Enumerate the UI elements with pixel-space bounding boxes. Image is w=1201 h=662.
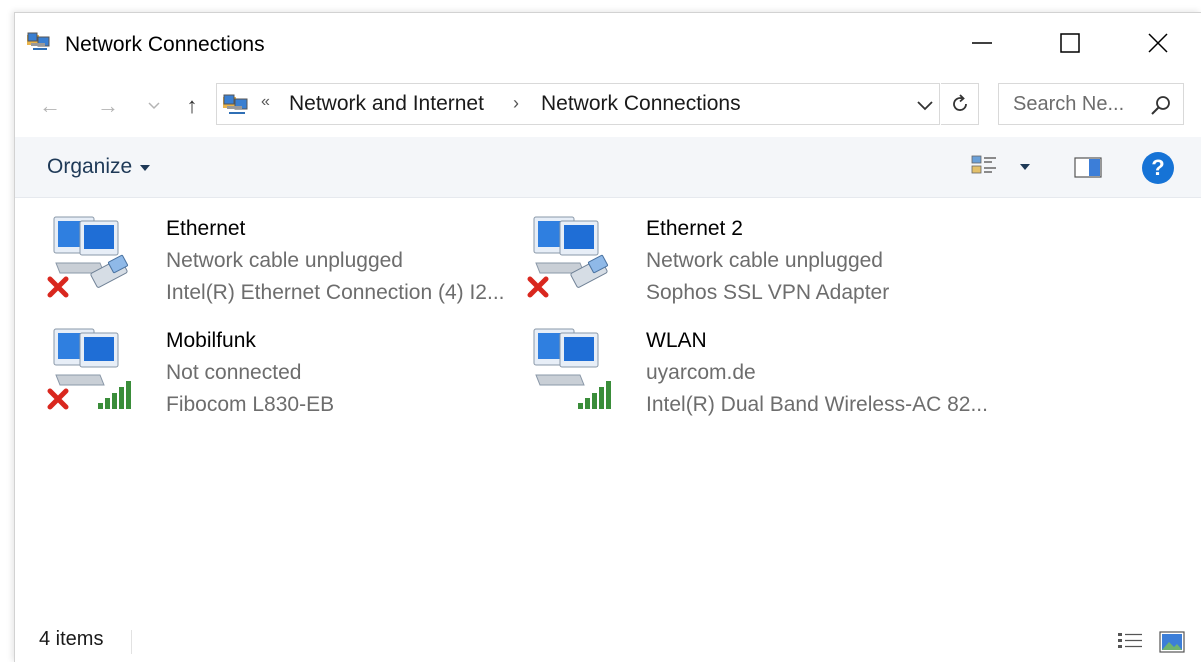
- window-title: Network Connections: [65, 33, 265, 56]
- chevron-down-icon[interactable]: [913, 96, 937, 114]
- ethernet-adapter-icon: [527, 216, 609, 298]
- recent-locations-button[interactable]: [145, 93, 163, 119]
- back-button[interactable]: ←: [35, 93, 65, 119]
- navigation-bar: ← → ↑ « Network and Internet › Network C…: [15, 73, 1201, 135]
- connection-name: Ethernet 2: [646, 217, 743, 240]
- wireless-adapter-icon: [533, 328, 611, 409]
- connection-name: WLAN: [646, 329, 707, 352]
- connection-name: Ethernet: [166, 217, 246, 240]
- breadcrumb-network-and-internet[interactable]: Network and Internet: [289, 92, 484, 116]
- connection-item-mobilfunk[interactable]: Mobilfunk Not connected Fibocom L830-EB: [46, 325, 516, 425]
- help-button[interactable]: ?: [1142, 152, 1174, 184]
- refresh-icon: [952, 94, 967, 111]
- status-divider: [131, 630, 132, 654]
- up-button[interactable]: ↑: [179, 93, 205, 119]
- breadcrumb-separator[interactable]: ›: [513, 93, 519, 114]
- address-bar[interactable]: « Network and Internet › Network Connect…: [216, 83, 940, 125]
- forward-button[interactable]: →: [93, 93, 123, 119]
- connection-status: Network cable unplugged: [646, 249, 883, 272]
- search-box[interactable]: [998, 83, 1184, 125]
- close-icon: [1148, 33, 1168, 53]
- connection-item-ethernet[interactable]: Ethernet Network cable unplugged Intel(R…: [46, 213, 516, 313]
- search-input[interactable]: [999, 84, 1149, 124]
- connection-name: Mobilfunk: [166, 329, 256, 352]
- search-icon[interactable]: [1149, 93, 1173, 117]
- connection-device: Intel(R) Ethernet Connection (4) I2...: [166, 281, 505, 304]
- breadcrumb-overflow[interactable]: «: [261, 93, 270, 111]
- connection-device: Intel(R) Dual Band Wireless-AC 82...: [646, 393, 988, 416]
- change-view-icon[interactable]: [970, 153, 1002, 183]
- connection-status: Not connected: [166, 361, 302, 384]
- connection-device: Sophos SSL VPN Adapter: [646, 281, 890, 304]
- maximize-button[interactable]: [1026, 13, 1114, 73]
- large-icons-view-icon[interactable]: [1158, 630, 1186, 654]
- organize-menu-button[interactable]: Organize: [47, 155, 151, 179]
- minimize-button[interactable]: [938, 13, 1026, 73]
- explorer-window: Network Connections ← → ↑ « Network and …: [14, 12, 1201, 662]
- connection-status: uyarcom.de: [646, 361, 756, 384]
- minimize-icon: [972, 42, 992, 44]
- cellular-adapter-icon: [47, 328, 131, 410]
- title-bar: Network Connections: [15, 13, 1201, 73]
- command-bar: Organize ?: [15, 137, 1201, 198]
- caret-down-icon: [140, 165, 151, 171]
- connection-device: Fibocom L830-EB: [166, 393, 335, 416]
- network-connections-icon: [27, 32, 50, 50]
- maximize-icon: [1060, 33, 1080, 53]
- refresh-button[interactable]: [941, 83, 979, 125]
- status-bar: 4 items: [15, 622, 1201, 662]
- breadcrumb-network-connections[interactable]: Network Connections: [541, 92, 741, 116]
- connection-status: Network cable unplugged: [166, 249, 403, 272]
- ethernet-adapter-icon: [47, 216, 129, 298]
- view-options-dropdown-icon[interactable]: [1020, 164, 1030, 170]
- preview-pane-icon[interactable]: [1074, 156, 1104, 180]
- connection-item-wlan[interactable]: WLAN uyarcom.de Intel(R) Dual Band Wirel…: [526, 325, 996, 425]
- details-view-icon[interactable]: [1116, 630, 1144, 654]
- network-connections-icon: [223, 94, 248, 114]
- organize-label: Organize: [47, 155, 133, 178]
- connection-item-ethernet-2[interactable]: Ethernet 2 Network cable unplugged Sopho…: [526, 213, 996, 313]
- item-count: 4 items: [39, 628, 104, 650]
- chevron-down-icon: [148, 102, 160, 110]
- close-button[interactable]: [1114, 13, 1201, 73]
